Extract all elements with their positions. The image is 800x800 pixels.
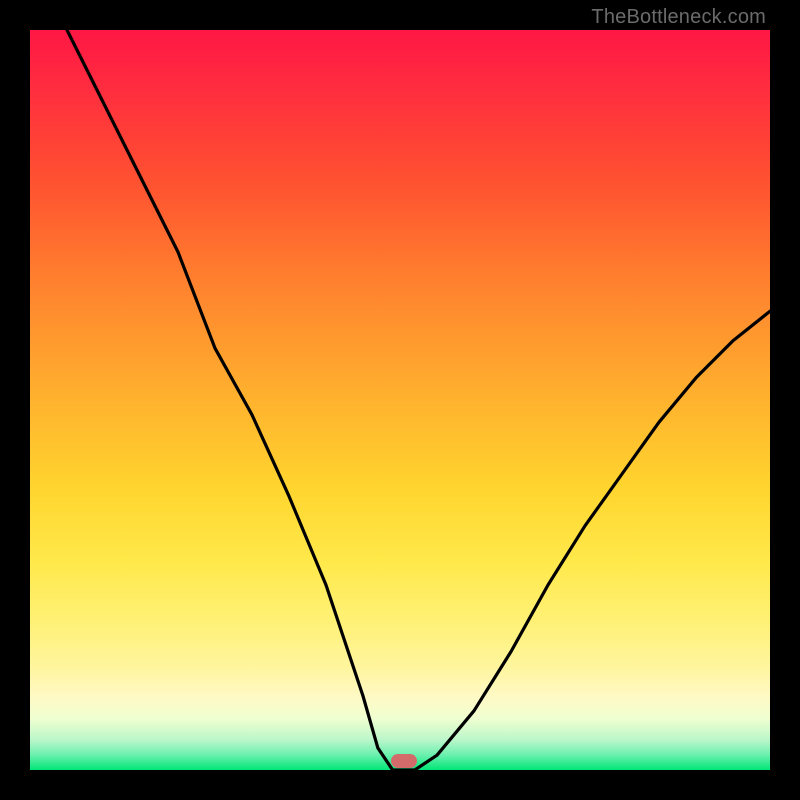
plot-area <box>30 30 770 770</box>
watermark-text: TheBottleneck.com <box>591 6 766 29</box>
minimum-marker <box>391 754 417 768</box>
bottleneck-curve <box>30 30 770 770</box>
chart-frame: TheBottleneck.com <box>0 0 800 800</box>
